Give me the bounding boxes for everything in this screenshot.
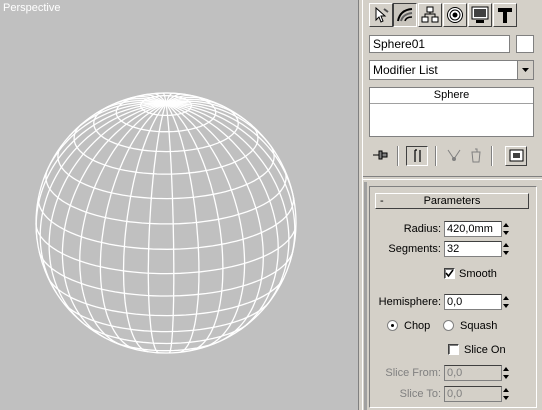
modifier-list-label: Modifier List	[373, 63, 438, 77]
utilities-tab[interactable]	[493, 3, 517, 27]
remove-modifier-button[interactable]	[465, 146, 487, 166]
object-color-swatch[interactable]	[516, 35, 534, 53]
slice-on-checkbox[interactable]	[448, 344, 459, 355]
wireframe-edge	[63, 302, 173, 333]
perspective-viewport[interactable]: Perspective	[0, 0, 358, 410]
hierarchy-tab[interactable]	[418, 3, 442, 27]
make-unique-button[interactable]	[443, 146, 465, 166]
chop-radio[interactable]	[387, 320, 398, 331]
squash-label: Squash	[460, 320, 498, 332]
squash-radio[interactable]	[443, 320, 454, 331]
hemisphere-spinner[interactable]	[501, 294, 511, 310]
spinner-arrows-icon	[503, 367, 509, 379]
modify-curve-icon	[397, 8, 413, 22]
wireframe-edge	[99, 102, 167, 351]
stack-divider	[397, 146, 399, 166]
hemisphere-field[interactable]: 0,0	[444, 294, 502, 310]
slice-from-spinner[interactable]	[501, 365, 511, 381]
slice-to-field[interactable]: 0,0	[444, 386, 502, 402]
display-tab[interactable]	[468, 3, 492, 27]
slice-on-label: Slice On	[464, 344, 506, 356]
show-end-result-button[interactable]	[406, 146, 428, 166]
collapse-icon: -	[380, 195, 384, 207]
slice-from-label: Slice From:	[385, 367, 441, 379]
radius-spinner[interactable]	[501, 221, 511, 237]
configure-sets-button[interactable]	[505, 146, 527, 166]
panel-scrollbar[interactable]	[364, 182, 367, 410]
make-unique-icon	[447, 149, 461, 161]
hammer-icon	[498, 8, 512, 23]
modifier-stack[interactable]: Sphere	[369, 87, 534, 137]
display-monitor-icon	[471, 6, 489, 23]
smooth-label: Smooth	[459, 268, 497, 280]
modify-tab[interactable]	[393, 3, 417, 27]
spinner-arrows-icon	[503, 223, 509, 235]
spinner-arrows-icon	[503, 243, 509, 255]
dropdown-arrow[interactable]	[517, 61, 533, 79]
chop-label: Chop	[404, 320, 431, 332]
wireframe-edge	[165, 102, 224, 352]
smooth-checkbox[interactable]	[444, 268, 455, 279]
segments-label: Segments:	[388, 243, 441, 255]
segments-spinner[interactable]	[501, 241, 511, 257]
slice-to-label: Slice To:	[399, 388, 441, 400]
configure-sets-icon	[509, 149, 524, 162]
show-end-result-icon	[414, 149, 421, 162]
trash-icon	[471, 148, 481, 163]
pin-icon	[373, 150, 388, 160]
radius-label: Radius:	[403, 223, 441, 235]
wireframe-edge	[48, 278, 174, 317]
hemisphere-label: Hemisphere:	[378, 296, 441, 308]
stack-divider	[435, 146, 437, 166]
pin-stack-button[interactable]	[369, 146, 391, 166]
slice-to-spinner[interactable]	[501, 386, 511, 402]
object-name-field[interactable]: Sphere01	[369, 35, 510, 53]
wireframe-edge	[165, 102, 246, 348]
radius-field[interactable]: 420,0mm	[444, 221, 502, 237]
spinner-arrows-icon	[503, 388, 509, 400]
stack-item-sphere[interactable]: Sphere	[370, 88, 533, 104]
slice-from-field[interactable]: 0,0	[444, 365, 502, 381]
hierarchy-icon	[421, 6, 439, 23]
viewport-label[interactable]: Perspective	[3, 2, 60, 14]
panel-divider	[363, 176, 542, 180]
create-tab[interactable]	[369, 3, 393, 27]
stack-divider	[491, 146, 493, 166]
checkmark-icon	[445, 269, 454, 278]
chevron-down-icon	[522, 68, 529, 72]
cursor-icon	[375, 6, 389, 23]
wireframe-edge	[45, 170, 174, 225]
rollout-title: Parameters	[423, 195, 481, 207]
segments-field[interactable]: 32	[444, 241, 502, 257]
command-panel: Sphere01 Modifier List Sphere Parameters…	[362, 0, 542, 410]
modifier-list-dropdown[interactable]: Modifier List	[369, 60, 534, 80]
sphere-wireframe[interactable]	[0, 0, 358, 410]
motion-wheel-icon	[447, 7, 463, 23]
spinner-arrows-icon	[503, 296, 509, 308]
parameters-rollout-header[interactable]: Parameters -	[375, 193, 529, 209]
motion-tab[interactable]	[443, 3, 467, 27]
